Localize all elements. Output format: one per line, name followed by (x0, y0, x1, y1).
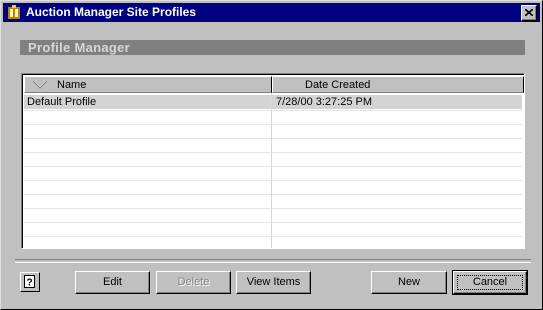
separator (15, 259, 531, 263)
close-button[interactable] (521, 5, 537, 21)
grid-line (24, 138, 522, 139)
grid-line (24, 124, 522, 125)
grid-line (24, 110, 522, 111)
cell-date-created: 7/28/00 3:27:25 PM (276, 96, 373, 108)
column-divider (271, 93, 272, 248)
column-header-date-created[interactable]: Date Created (272, 76, 524, 93)
grid-line (24, 166, 522, 167)
grid-line (24, 152, 522, 153)
section-header: Profile Manager (20, 40, 525, 55)
cell-profile-name: Default Profile (27, 96, 97, 108)
help-icon: ? (24, 275, 35, 289)
svg-text:?: ? (26, 278, 32, 289)
column-header-name[interactable]: Name (24, 76, 272, 93)
cancel-button-label: Cancel (457, 275, 523, 290)
auction-app-icon (7, 5, 21, 20)
sort-arrow-icon (33, 81, 47, 89)
view-items-button[interactable]: View Items (236, 271, 311, 294)
new-button[interactable]: New (371, 271, 447, 294)
table-row[interactable]: Default Profile 7/28/00 3:27:25 PM (24, 95, 522, 109)
title-bar[interactable]: Auction Manager Site Profiles (3, 3, 540, 22)
grid-line (24, 236, 522, 237)
window-title: Auction Manager Site Profiles (26, 5, 197, 19)
section-title: Profile Manager (28, 40, 131, 55)
grid-line (24, 208, 522, 209)
help-button[interactable]: ? (20, 272, 40, 292)
column-label-date-created: Date Created (305, 79, 371, 91)
dialog-window: Auction Manager Site Profiles Profile Ma… (0, 0, 543, 310)
grid-line (24, 194, 522, 195)
cancel-button[interactable]: Cancel (452, 270, 528, 295)
edit-button[interactable]: Edit (75, 271, 150, 294)
grid-line (24, 222, 522, 223)
grid-line (24, 180, 522, 181)
close-icon (525, 9, 533, 16)
delete-button[interactable]: Delete (156, 271, 231, 294)
column-label-name: Name (57, 79, 87, 91)
profiles-list[interactable]: Name Date Created Default Profile 7/28/0… (21, 73, 525, 249)
